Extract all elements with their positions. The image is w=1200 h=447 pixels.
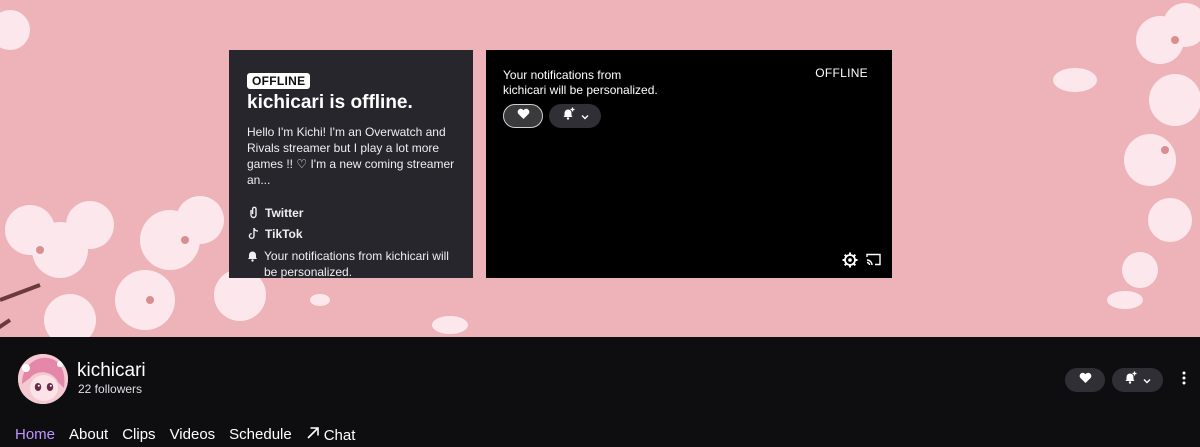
social-links: Twitter TikTok: [247, 202, 455, 244]
channel-header: kichicari 22 followers Home About Clips …: [0, 337, 1200, 447]
player-offline-status: OFFLINE: [815, 66, 868, 80]
player-notification-text: Your notifications from kichicari will b…: [503, 68, 658, 98]
avatar[interactable]: [18, 354, 68, 404]
tiktok-link[interactable]: TikTok: [247, 223, 455, 244]
offline-badge: OFFLINE: [247, 73, 311, 89]
notifications-button[interactable]: [1112, 368, 1163, 392]
more-options-button[interactable]: [1176, 368, 1192, 392]
player-notification-line1: Your notifications from: [503, 68, 622, 82]
notification-note: Your notifications from kichicari will b…: [247, 248, 455, 280]
offline-info-card: OFFLINE kichicari is offline. Hello I'm …: [229, 50, 473, 280]
tiktok-icon: [247, 227, 259, 241]
bell-plus-icon: [562, 107, 575, 125]
notification-text: Your notifications from kichicari will b…: [264, 249, 449, 279]
chevron-down-icon: [581, 107, 589, 125]
tab-home[interactable]: Home: [15, 426, 55, 444]
tab-schedule[interactable]: Schedule: [229, 426, 292, 444]
player-cast-button[interactable]: [866, 253, 881, 271]
player-settings-button[interactable]: [842, 252, 858, 273]
bell-plus-icon: [1124, 371, 1137, 389]
vertical-dots-icon: [1182, 371, 1186, 390]
twitter-link[interactable]: Twitter: [247, 202, 455, 223]
heart-icon: [1079, 371, 1092, 389]
heart-icon: [517, 107, 530, 125]
player-notifications-button[interactable]: [549, 104, 601, 128]
channel-tabs: Home About Clips Videos Schedule Chat: [15, 426, 369, 444]
tab-clips[interactable]: Clips: [122, 426, 155, 444]
tab-chat-label: Chat: [323, 426, 356, 444]
cast-icon: [866, 253, 881, 270]
twitter-link-label: Twitter: [265, 205, 304, 220]
player-notification-line2: kichicari will be personalized.: [503, 83, 658, 97]
tab-chat[interactable]: Chat: [306, 426, 356, 444]
follower-count: 22 followers: [78, 382, 143, 396]
gear-icon: [842, 252, 858, 272]
offline-title: kichicari is offline.: [247, 92, 413, 113]
tab-about[interactable]: About: [69, 426, 108, 444]
follow-button[interactable]: [1065, 368, 1105, 392]
link-icon: [247, 206, 259, 220]
tab-videos[interactable]: Videos: [170, 426, 216, 444]
avatar-image: [18, 354, 68, 404]
video-player[interactable]: Your notifications from kichicari will b…: [486, 50, 892, 278]
channel-bio: Hello I'm Kichi! I'm an Overwatch and Ri…: [247, 125, 455, 187]
channel-name[interactable]: kichicari: [77, 360, 146, 382]
tiktok-link-label: TikTok: [265, 226, 303, 241]
player-follow-button[interactable]: [503, 104, 543, 128]
bell-icon: [247, 250, 258, 266]
chevron-down-icon: [1143, 371, 1151, 389]
arrow-up-right-icon: [306, 426, 320, 444]
